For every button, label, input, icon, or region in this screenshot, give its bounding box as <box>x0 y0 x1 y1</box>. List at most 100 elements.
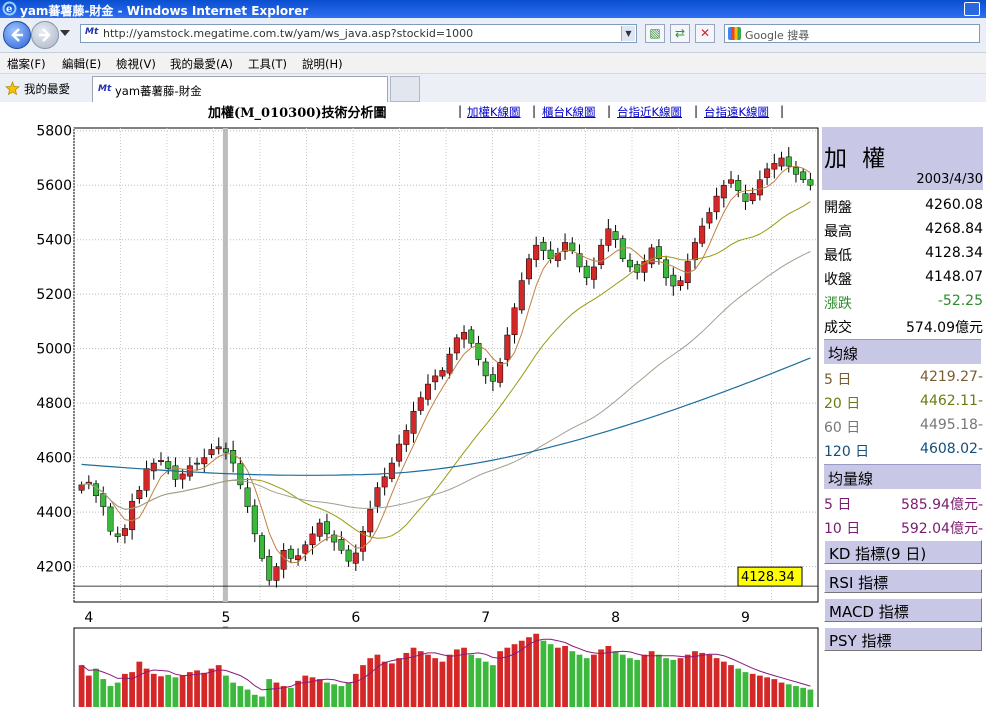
candle-body <box>323 521 330 535</box>
candle-body <box>93 483 100 497</box>
volume-bar <box>720 661 727 707</box>
forward-button[interactable] <box>31 21 59 49</box>
volume-bar <box>158 676 164 707</box>
volume-bar <box>475 658 482 707</box>
rsi-indicator-button[interactable]: RSI 指標 <box>824 569 982 593</box>
volume-bar <box>287 687 294 707</box>
link-near-futures-kline[interactable]: 台指近K線圖 <box>617 104 682 120</box>
volume-bar <box>468 654 475 707</box>
candle-body <box>569 242 576 251</box>
stop-icon: ✕ <box>699 26 711 40</box>
volume-bar <box>186 672 193 707</box>
volume-bar <box>598 649 605 707</box>
x-tick-label: 8 <box>611 610 620 626</box>
address-bar[interactable]: Mt http://yamstock.megatime.com.tw/yam/w… <box>80 24 637 43</box>
recent-pages-dropdown-icon[interactable] <box>60 30 70 36</box>
candle-body <box>259 535 265 559</box>
volume-bar <box>208 668 215 707</box>
volume-bar <box>461 647 467 707</box>
address-url[interactable]: http://yamstock.megatime.com.tw/yam/ws_j… <box>103 27 473 40</box>
candle-body <box>417 397 424 411</box>
menu-view[interactable]: 檢視(V) <box>116 56 156 72</box>
quote-label: 漲跌 <box>824 296 852 312</box>
candle-body <box>388 462 395 479</box>
y-tick-label: 5800 <box>36 124 72 140</box>
volume-bar <box>230 682 237 707</box>
candle-body <box>244 487 251 507</box>
favorites-label[interactable]: 我的最愛 <box>24 81 70 97</box>
menu-bar: 檔案(F) 編輯(E) 檢視(V) 我的最愛(A) 工具(T) 說明(H) <box>0 53 986 74</box>
volume-bar <box>388 663 395 707</box>
quote-row-low: 最低 4128.34 <box>824 243 983 265</box>
refresh-button[interactable]: ⇄ <box>670 24 690 43</box>
candle-body <box>316 522 323 537</box>
volume-bar <box>540 640 547 707</box>
y-tick-label: 5200 <box>36 287 72 303</box>
menu-tools[interactable]: 工具(T) <box>248 56 287 72</box>
candle-body <box>439 370 446 377</box>
new-tab-button[interactable] <box>390 76 420 102</box>
candle-body <box>461 332 468 340</box>
y-tick-label: 4400 <box>36 505 72 521</box>
candle-body <box>374 487 381 507</box>
volume-bar <box>453 649 460 707</box>
search-input[interactable]: Google 搜尋 <box>724 24 980 43</box>
link-otc-kline[interactable]: 櫃台K線圖 <box>542 104 596 120</box>
quote-date: 2003/4/30 <box>916 172 983 187</box>
back-arrow-icon <box>11 28 23 42</box>
compatibility-view-button[interactable]: ▧ <box>645 24 665 43</box>
candle-body <box>489 374 496 382</box>
volume-bar <box>165 674 172 707</box>
link-taiex-kline[interactable]: 加權K線圖 <box>467 104 521 120</box>
y-tick-label: 4800 <box>36 396 72 412</box>
ma-label: 5 日 <box>824 372 852 388</box>
cursor-value-label: 4128.34 <box>741 570 795 585</box>
window-title-bar: e yam蕃薯藤-財金 - Windows Internet Explorer <box>0 0 986 18</box>
menu-file[interactable]: 檔案(F) <box>7 56 46 72</box>
address-dropdown-icon[interactable]: ▼ <box>621 26 635 41</box>
volume-bar <box>107 686 114 707</box>
candle-body <box>468 329 475 344</box>
volume-bar <box>663 658 669 707</box>
minimize-button[interactable] <box>964 2 980 16</box>
ma-row-60: 60 日 4495.18- <box>824 415 983 437</box>
candle-body <box>273 566 280 581</box>
menu-favorites[interactable]: 我的最愛(A) <box>170 56 233 72</box>
candle-body <box>735 180 742 191</box>
psy-indicator-button[interactable]: PSY 指標 <box>824 627 982 651</box>
kd-indicator-button[interactable]: KD 指標(9 日) <box>824 540 982 564</box>
menu-help[interactable]: 說明(H) <box>302 56 343 72</box>
volume-bar <box>547 644 554 707</box>
back-button[interactable] <box>3 21 31 49</box>
quote-row-high: 最高 4268.84 <box>824 219 983 241</box>
quote-value: 4260.08 <box>925 197 983 213</box>
volume-bar <box>612 651 619 707</box>
volume-bar <box>533 633 540 707</box>
chart-title: 加權(M_010300)技術分析圖 <box>208 106 387 121</box>
volume-bar <box>446 654 453 707</box>
technical-chart[interactable]: 4200 4400 4600 4800 5000 5200 5400 5600 5800 4 5 6 7… <box>0 102 822 707</box>
link-far-futures-kline[interactable]: 台指遠K線圖 <box>704 104 769 120</box>
volume-bar <box>223 675 229 707</box>
volume-bar <box>706 654 713 707</box>
candle-body <box>807 179 814 186</box>
volume-bar <box>749 673 756 707</box>
menu-edit[interactable]: 編輯(E) <box>62 56 101 72</box>
candle-body <box>179 473 186 480</box>
candle-body <box>352 552 359 564</box>
quote-label: 最高 <box>824 224 852 240</box>
ma-value: 4608.02- <box>920 441 983 457</box>
volume-bar <box>403 652 410 707</box>
search-placeholder: Google 搜尋 <box>745 29 810 42</box>
stop-button[interactable]: ✕ <box>695 24 715 43</box>
volume-bar <box>367 658 374 707</box>
volume-bar <box>569 651 576 707</box>
volume-bar <box>684 654 691 707</box>
volume-bar <box>179 675 186 707</box>
browser-tab[interactable]: Mt yam蕃薯藤-財金 <box>92 76 388 102</box>
quote-label: 成交 <box>824 320 852 336</box>
page-favicon-icon: Mt <box>85 27 99 37</box>
macd-indicator-button[interactable]: MACD 指標 <box>824 598 982 622</box>
vol-ma-value: 592.04億元- <box>900 521 983 537</box>
ma-label: 120 日 <box>824 444 870 460</box>
